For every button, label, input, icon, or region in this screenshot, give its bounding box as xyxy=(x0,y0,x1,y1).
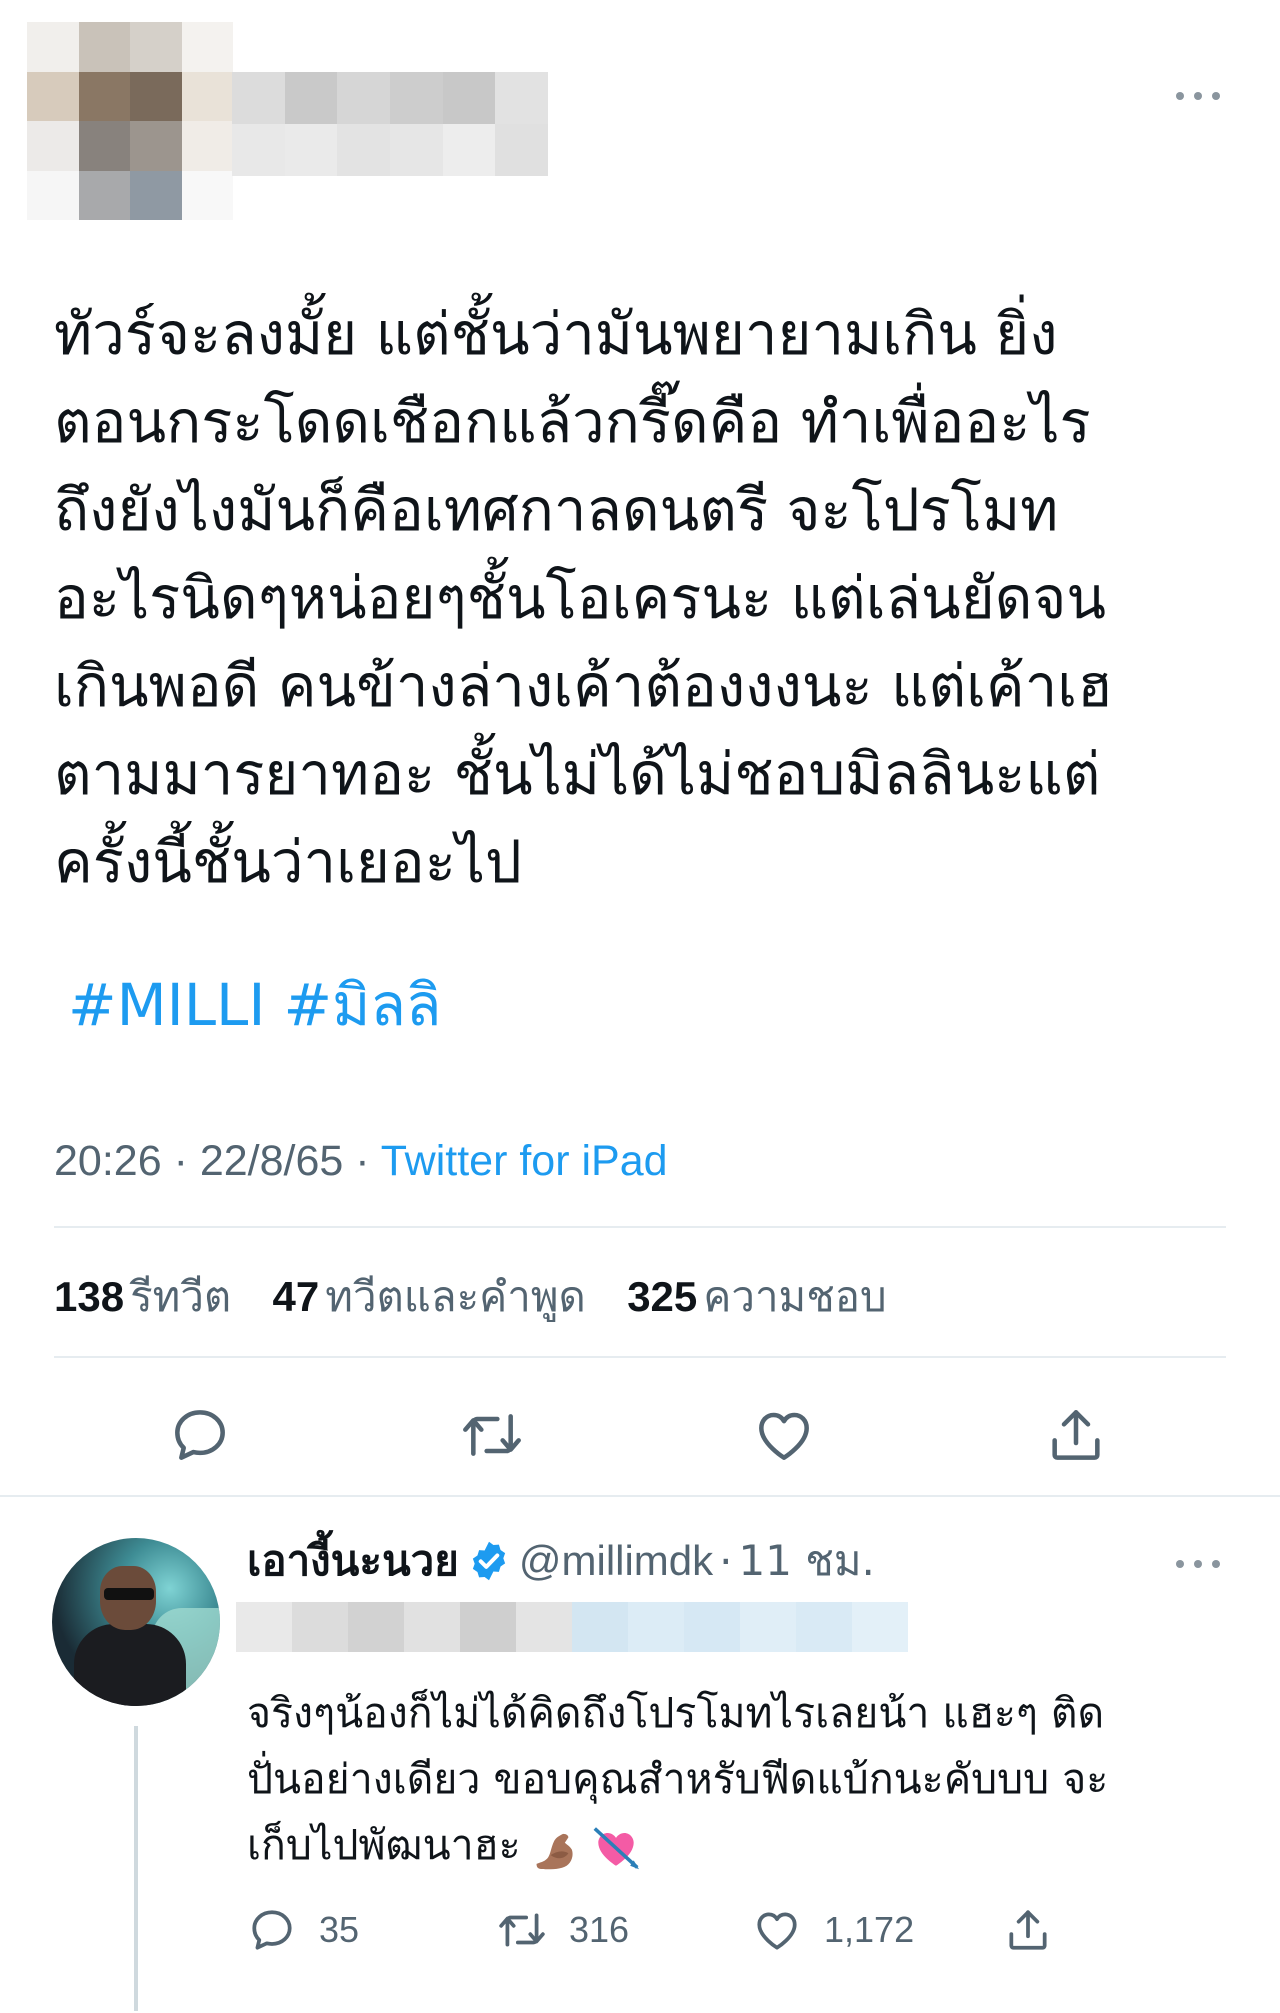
retweet-count: 316 xyxy=(569,1909,630,1950)
retweet-stat[interactable]: 138 รีทวีต xyxy=(54,1272,259,1321)
reply-button[interactable] xyxy=(160,1395,240,1475)
tweet-text-line: อะไรนิดๆหน่อยๆชั้นโอเครนะ แต่เล่นยัดจน xyxy=(54,564,1106,632)
reply-time[interactable]: 11 ชม. xyxy=(739,1528,875,1594)
reply-display-name[interactable]: เอางี้นะนวย xyxy=(247,1528,459,1594)
share-button[interactable] xyxy=(1036,1395,1116,1475)
retweet-label: รีทวีต xyxy=(130,1272,232,1321)
hashtag-link[interactable]: #MILLI xyxy=(68,971,265,1039)
flexed-biceps-emoji xyxy=(536,1833,573,1870)
more-options-icon[interactable] xyxy=(1176,1554,1220,1574)
meta-separator: · xyxy=(173,1137,188,1185)
reply-handle[interactable]: @millimdk xyxy=(519,1537,713,1585)
divider xyxy=(54,1226,1226,1228)
reply-count: 35 xyxy=(319,1909,360,1950)
thread-line xyxy=(134,1726,138,2011)
like-count: 325 xyxy=(627,1273,698,1320)
share-icon xyxy=(1009,1910,1047,1950)
heart-with-arrow-emoji xyxy=(593,1827,639,1870)
reply-text-line-with-emoji: เก็บไปพัฒนาฮะ xyxy=(247,1812,1257,1878)
tweet-text-line: ถึงยังไงมันก็คือเทศกาลดนตรี จะโปรโมท xyxy=(54,476,1059,544)
reply-icon xyxy=(252,1910,292,1950)
main-tweet: ทัวร์จะลงมั้ย แต่ชั้นว่ามันพยายามเกิน ยิ… xyxy=(0,0,1280,1500)
tweet-text-line: ครั้งนี้ชั้นว่าเยอะไป xyxy=(54,828,522,896)
censored-replying-to xyxy=(236,1602,908,1652)
more-options-icon[interactable] xyxy=(1176,86,1220,106)
tweet-source-link[interactable]: Twitter for iPad xyxy=(381,1137,668,1185)
tweet-stats: 138 รีทวีต 47 ทวีตและคำพูด 325 ความชอบ xyxy=(54,1268,915,1326)
tweet-actions xyxy=(0,1395,1280,1475)
hashtag-link[interactable]: #มิลลิ xyxy=(283,971,441,1039)
divider xyxy=(54,1356,1226,1358)
retweet-button[interactable] xyxy=(452,1395,532,1475)
tweet-text: ทัวร์จะลงมั้ย แต่ชั้นว่ามันพยายามเกิน ยิ… xyxy=(54,290,1234,906)
meta-separator: · xyxy=(355,1137,370,1185)
like-button[interactable] xyxy=(744,1395,824,1475)
reply-text-line: จริงๆน้องก็ไม่ได้คิดถึงโปรโมทไรเลยน้า แฮ… xyxy=(247,1689,1105,1737)
retweet-icon xyxy=(499,1913,545,1947)
reply-text-line: เก็บไปพัฒนาฮะ xyxy=(247,1821,521,1869)
retweet-count: 138 xyxy=(54,1273,125,1320)
censored-avatar[interactable] xyxy=(27,22,233,220)
quote-label: ทวีตและคำพูด xyxy=(325,1272,586,1321)
avatar[interactable] xyxy=(52,1538,220,1706)
like-count: 1,172 xyxy=(824,1909,915,1950)
tweet-date[interactable]: 22/8/65 xyxy=(200,1137,343,1185)
reply-icon xyxy=(175,1410,225,1460)
quote-count: 47 xyxy=(272,1273,320,1320)
tweet-text-line: เกินพอดี คนข้างล่างเค้าต้องงงนะ แต่เค้าเ… xyxy=(54,652,1113,720)
hashtags: #MILLI #มิลลิ xyxy=(68,965,459,1045)
quote-stat[interactable]: 47 ทวีตและคำพูด xyxy=(273,1272,614,1321)
tweet-time[interactable]: 20:26 xyxy=(54,1137,162,1185)
verified-badge-icon xyxy=(472,1541,505,1581)
like-label: ความชอบ xyxy=(703,1272,887,1321)
share-button[interactable] xyxy=(1003,1900,1053,1960)
like-icon xyxy=(759,1412,809,1460)
divider xyxy=(0,1495,1280,1497)
like-button[interactable]: 1,172 xyxy=(752,1900,914,1960)
reply-text: จริงๆน้องก็ไม่ได้คิดถึงโปรโมทไรเลยน้า แฮ… xyxy=(247,1680,1257,1878)
tweet-meta: 20:26 · 22/8/65 · Twitter for iPad xyxy=(54,1132,668,1190)
reply-text-line: ปั่นอย่างเดียว ขอบคุณสำหรับฟีดแบ้กนะคับบ… xyxy=(247,1755,1109,1803)
like-icon xyxy=(757,1912,797,1950)
censored-username[interactable] xyxy=(232,72,548,176)
share-icon xyxy=(1052,1410,1100,1460)
reply-button[interactable]: 35 xyxy=(247,1900,359,1960)
tweet-text-line: ทัวร์จะลงมั้ย แต่ชั้นว่ามันพยายามเกิน ยิ… xyxy=(54,300,1058,368)
retweet-button[interactable]: 316 xyxy=(497,1900,629,1960)
retweet-icon xyxy=(463,1414,521,1456)
meta-separator: · xyxy=(719,1536,733,1586)
reply-header: เอางี้นะนวย @millimdk · 11 ชม. xyxy=(247,1530,875,1592)
reply-actions: 35 316 1,172 xyxy=(247,1900,1147,1960)
like-stat[interactable]: 325 ความชอบ xyxy=(627,1272,914,1321)
tweet-text-line: ตอนกระโดดเชือกแล้วกรี๊ดคือ ทำเพื่ออะไร xyxy=(54,388,1091,456)
tweet-text-line: ตามมารยาทอะ ชั้นไม่ได้ไม่ชอบมิลลินะแต่ xyxy=(54,740,1101,808)
